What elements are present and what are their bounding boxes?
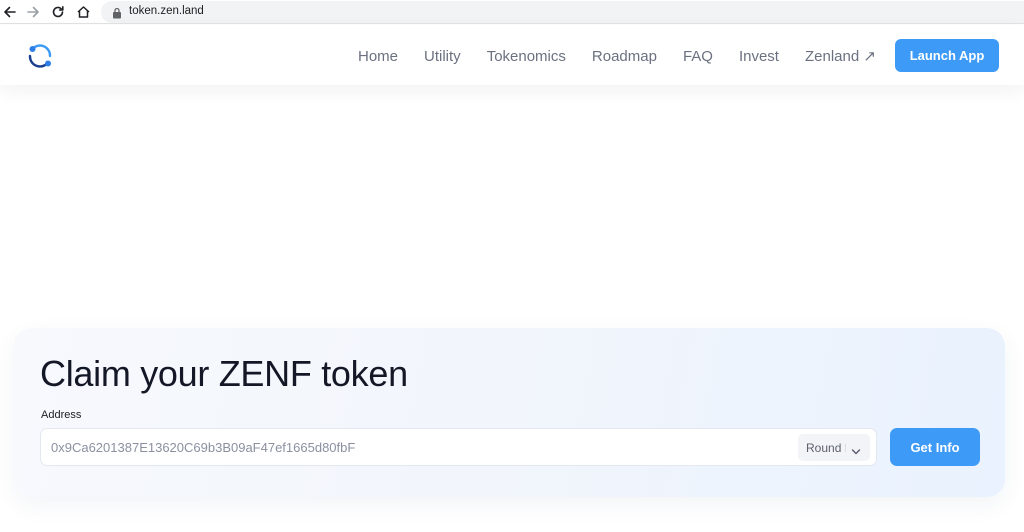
address-field: Round I xyxy=(40,428,877,466)
url-text: token.zen.land xyxy=(129,5,204,17)
address-input[interactable] xyxy=(51,429,791,465)
lock-icon xyxy=(112,6,122,19)
reload-icon[interactable] xyxy=(48,2,68,22)
round-select[interactable]: Round I xyxy=(798,434,870,461)
launch-app-button[interactable]: Launch App xyxy=(895,39,999,72)
address-bar[interactable]: token.zen.land xyxy=(101,1,1024,23)
claim-card: Claim your ZENF token Address Round I Ge… xyxy=(14,328,1005,497)
back-arrow-icon[interactable] xyxy=(0,2,20,22)
get-info-button[interactable]: Get Info xyxy=(890,428,980,466)
zenland-logo[interactable] xyxy=(26,42,54,70)
page-title: Claim your ZENF token xyxy=(40,353,408,394)
nav-invest[interactable]: Invest xyxy=(739,48,779,65)
nav-roadmap[interactable]: Roadmap xyxy=(592,48,657,65)
nav-tokenomics[interactable]: Tokenomics xyxy=(487,48,566,65)
address-label: Address xyxy=(41,409,82,421)
nav-zenland-external[interactable]: Zenland ↗ xyxy=(805,47,876,65)
home-icon[interactable] xyxy=(73,2,93,22)
nav-home[interactable]: Home xyxy=(358,48,398,65)
nav-faq[interactable]: FAQ xyxy=(683,48,713,65)
nav-utility[interactable]: Utility xyxy=(424,48,461,65)
round-select-value: Round I xyxy=(806,440,846,455)
site-header: Home Utility Tokenomics Roadmap FAQ Inve… xyxy=(0,25,1024,85)
browser-toolbar: token.zen.land xyxy=(0,0,1024,24)
chevron-down-icon xyxy=(851,443,861,455)
main-nav: Home Utility Tokenomics Roadmap FAQ Inve… xyxy=(358,47,876,66)
forward-arrow-icon[interactable] xyxy=(23,2,43,22)
